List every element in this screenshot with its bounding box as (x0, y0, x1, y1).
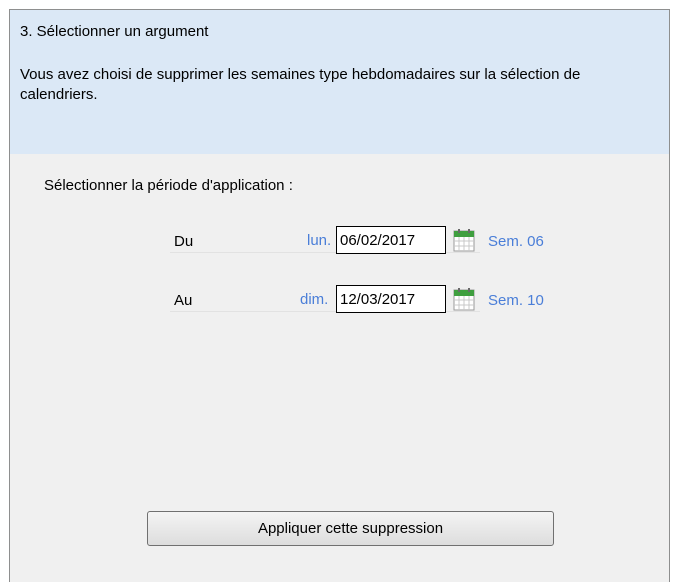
to-week-number: Sem. 10 (488, 292, 544, 309)
calendar-icon[interactable] (453, 228, 475, 252)
step-title: 3. Sélectionner un argument (20, 23, 209, 40)
from-day-name: lun. (307, 232, 332, 249)
step-description: Vous avez choisi de supprimer les semain… (20, 66, 581, 103)
to-date-row: Au dim. (170, 277, 480, 313)
calendar-icon[interactable] (453, 287, 475, 311)
from-label: Du (174, 233, 194, 250)
step-panel: 3. Sélectionner un argument Vous avez ch… (9, 9, 670, 582)
from-date-input[interactable] (336, 226, 446, 254)
from-date-row: Du lun. (170, 218, 480, 254)
to-day-name: dim. (300, 291, 329, 308)
step-header: 3. Sélectionner un argument Vous avez ch… (10, 10, 669, 154)
period-label: Sélectionner la période d'application : (44, 177, 293, 194)
to-label: Au (174, 292, 193, 309)
to-date-input[interactable] (336, 285, 446, 313)
apply-deletion-button[interactable]: Appliquer cette suppression (147, 511, 554, 546)
from-week-number: Sem. 06 (488, 233, 544, 250)
